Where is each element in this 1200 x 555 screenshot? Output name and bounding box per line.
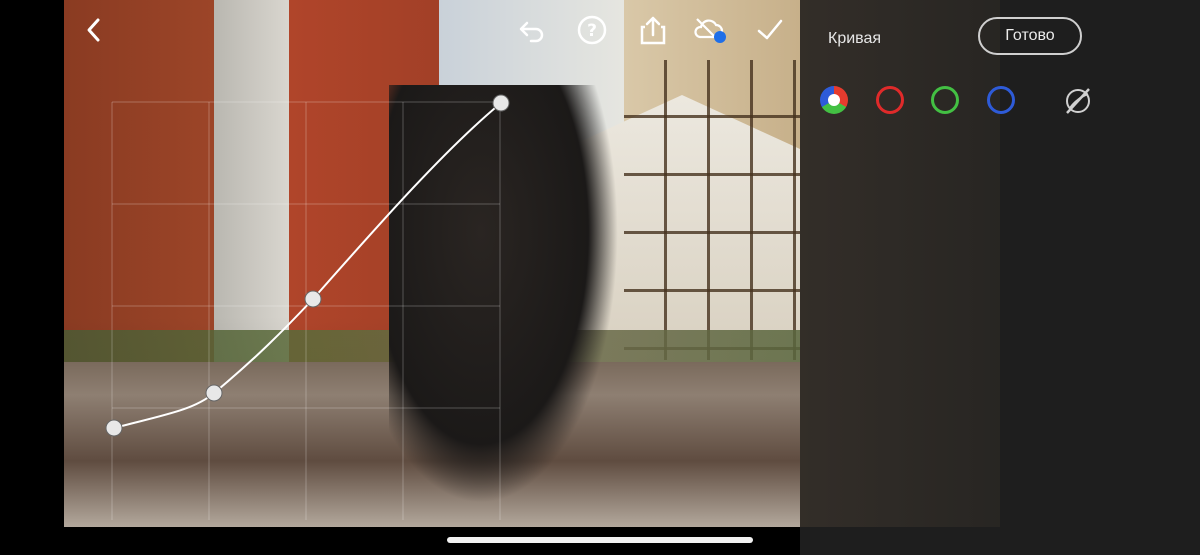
curve-point-1[interactable]	[105, 419, 123, 437]
green-channel-button[interactable]	[931, 86, 959, 114]
red-channel-button[interactable]	[876, 86, 904, 114]
rgb-channel-button[interactable]	[820, 86, 848, 114]
share-icon[interactable]	[635, 12, 671, 48]
help-icon[interactable]: ?	[574, 12, 610, 48]
tone-curve-overlay[interactable]	[64, 0, 800, 527]
photo-canvas[interactable]	[64, 0, 800, 527]
back-chevron-icon[interactable]	[76, 12, 112, 48]
rgb-channel-center	[828, 94, 840, 106]
reset-curve-icon[interactable]	[1062, 86, 1094, 116]
curve-grid	[111, 101, 501, 520]
blue-channel-button[interactable]	[987, 86, 1015, 114]
curve-point-4[interactable]	[492, 94, 510, 112]
tone-curve-line	[113, 102, 502, 429]
photo-overflow-dimmed	[800, 0, 1000, 527]
curve-panel: Кривая Готово	[800, 0, 1200, 555]
checkmark-icon[interactable]	[752, 12, 788, 48]
curve-point-2[interactable]	[205, 384, 223, 402]
cloud-sync-icon[interactable]	[692, 12, 728, 48]
panel-title: Кривая	[828, 30, 882, 47]
undo-icon[interactable]	[514, 12, 550, 48]
home-indicator[interactable]	[447, 537, 753, 543]
curve-point-3[interactable]	[304, 290, 322, 308]
done-button[interactable]: Готово	[978, 17, 1082, 55]
svg-text:?: ?	[587, 21, 597, 41]
